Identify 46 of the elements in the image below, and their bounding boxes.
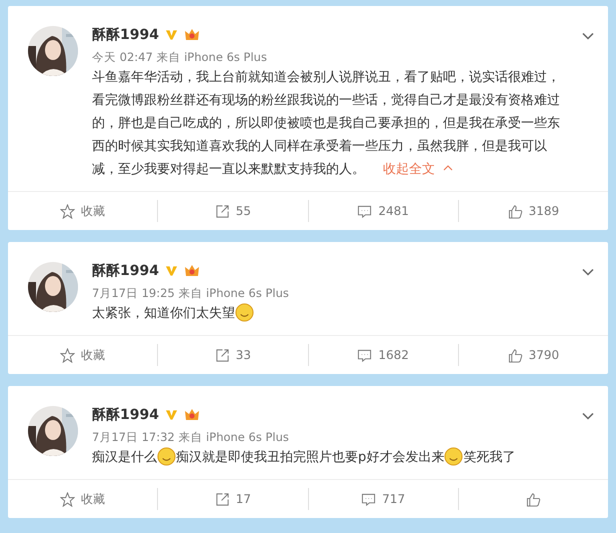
crown-icon — [184, 263, 200, 279]
repost-button[interactable]: 33 — [157, 344, 308, 366]
comment-icon — [357, 204, 372, 218]
post-text: 痴汉是什么 痴汉就是即使我丑拍完照片也要p好才会发出来 笑死我了 — [92, 446, 568, 469]
chevron-down-icon[interactable] — [582, 268, 594, 276]
thumbs-up-icon — [508, 204, 523, 218]
share-icon — [214, 492, 230, 506]
thumbs-up-icon — [508, 348, 523, 362]
user-name[interactable]: 酥酥1994 — [92, 406, 159, 424]
star-icon — [60, 348, 76, 362]
comment-icon — [357, 348, 372, 362]
comment-button[interactable]: 717 — [308, 488, 458, 510]
post-text: 太紧张，知道你们太失望 — [92, 302, 568, 325]
chevron-up-icon[interactable] — [443, 165, 454, 171]
star-icon — [60, 492, 76, 506]
user-name[interactable]: 酥酥1994 — [92, 262, 159, 280]
like-button[interactable]: 3189 — [458, 200, 608, 222]
comment-button[interactable]: 1682 — [308, 344, 458, 366]
post-time: 今天 02:47 来自 iPhone 6s Plus — [92, 50, 268, 65]
repost-button[interactable]: 55 — [157, 200, 308, 222]
star-icon — [60, 204, 76, 218]
post-time: 7月17日 17:32 来自 iPhone 6s Plus — [92, 430, 290, 445]
favorite-button[interactable]: 收藏 — [8, 480, 158, 518]
verified-icon — [164, 409, 178, 421]
collapse-link[interactable]: 收起全文 — [383, 162, 436, 177]
favorite-button[interactable]: 收藏 — [8, 336, 158, 374]
user-name[interactable]: 酥酥1994 — [92, 26, 159, 44]
share-icon — [214, 204, 230, 218]
emoji-icon — [157, 447, 176, 466]
post-text: 斗鱼嘉年华活动，我上台前就知道会被别人说胖说丑，看了贴吧，说实话很难过，看完微博跟粉丝群还有现场的粉丝跟我说的一些话，觉得自己才是最没有资格难过的，胖也是自己吃成的，所以即使被喷也是我自己要承担的，但是我在承受一些东西的时候其实我知道喜欢我的人同样在承受着一些压力，虽然我胖，但是我可以减，至少我要对得起一直以来默默支持我的人。 收起全文 — [92, 69, 561, 179]
thumbs-up-icon — [526, 492, 541, 506]
crown-icon — [184, 407, 200, 423]
comment-icon — [361, 492, 376, 506]
emoji-icon — [444, 447, 464, 466]
emoji-icon — [235, 303, 254, 322]
share-icon — [214, 348, 230, 362]
verified-icon — [164, 265, 178, 277]
chevron-down-icon[interactable] — [582, 412, 594, 420]
favorite-button[interactable]: 收藏 — [8, 192, 158, 230]
comment-button[interactable]: 2481 — [308, 200, 458, 222]
crown-icon — [184, 27, 200, 43]
repost-button[interactable]: 17 — [157, 488, 308, 510]
post-time: 7月17日 19:25 来自 iPhone 6s Plus — [92, 286, 290, 301]
like-button[interactable]: 3790 — [458, 344, 608, 366]
chevron-down-icon[interactable] — [582, 32, 594, 40]
verified-icon — [164, 29, 178, 41]
